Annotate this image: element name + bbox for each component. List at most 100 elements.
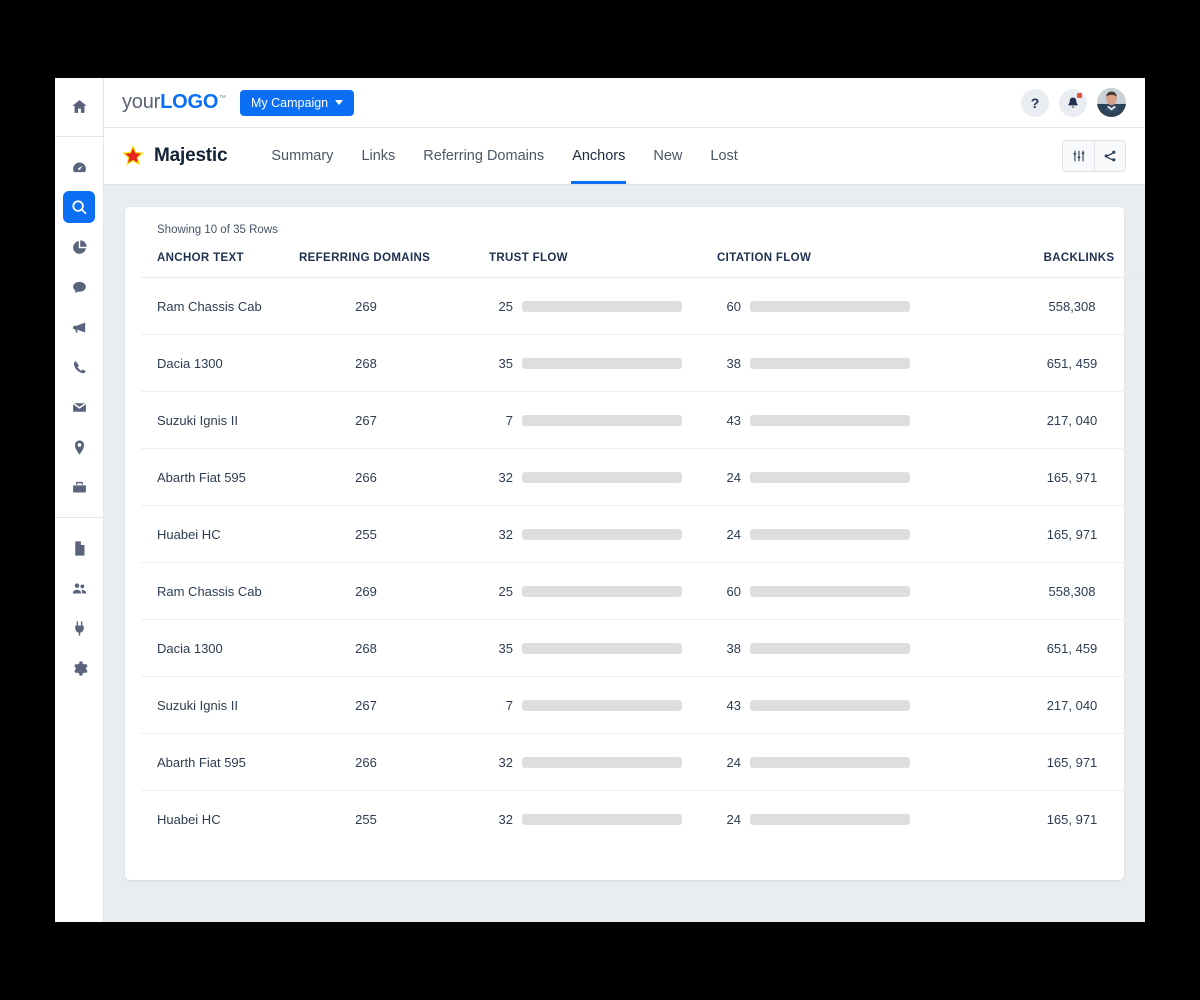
- table-header: ANCHOR TEXT REFERRING DOMAINS TRUST FLOW…: [141, 236, 1145, 278]
- star-icon: [122, 145, 144, 167]
- tab-lost[interactable]: Lost: [696, 128, 751, 184]
- notification-bell-icon: [1066, 96, 1080, 110]
- majestic-brand: Majestic: [122, 145, 227, 167]
- table-row[interactable]: Huabei HC2553224165, 971: [141, 791, 1145, 848]
- notification-badge: [1077, 93, 1082, 98]
- cell-referring-domains: 268: [299, 620, 489, 677]
- trust-flow-meter: 7: [489, 413, 717, 428]
- cell-citation-flow: 24: [717, 449, 979, 506]
- tab-summary[interactable]: Summary: [257, 128, 347, 184]
- sidebar-item-business[interactable]: [63, 471, 95, 503]
- tab-lost-label: Lost: [710, 148, 737, 164]
- citation-flow-meter: 38: [717, 641, 979, 656]
- citation-flow-track: [750, 586, 910, 597]
- table-row[interactable]: Ram Chassis Cab2692560558,308: [141, 563, 1145, 620]
- cell-referring-domains: 267: [299, 677, 489, 734]
- column-header-referring-domains[interactable]: REFERRING DOMAINS: [299, 236, 489, 278]
- table-body: Ram Chassis Cab2692560558,308Dacia 13002…: [141, 278, 1145, 848]
- table-row[interactable]: Suzuki Ignis II267743217, 040: [141, 392, 1145, 449]
- top-bar-actions: ?: [1021, 88, 1126, 117]
- filter-settings-button[interactable]: [1063, 141, 1094, 171]
- sidebar-item-integrations[interactable]: [63, 612, 95, 644]
- brand-name: Majestic: [154, 145, 227, 167]
- help-button[interactable]: ?: [1021, 89, 1049, 117]
- citation-flow-track: [750, 529, 910, 540]
- notifications-button[interactable]: [1059, 89, 1087, 117]
- app-logo[interactable]: yourLOGO™: [122, 91, 226, 114]
- cell-anchor-text: Suzuki Ignis II: [141, 677, 299, 734]
- cell-backlinks: 217, 040: [979, 677, 1145, 734]
- table-row[interactable]: Abarth Fiat 5952663224165, 971: [141, 734, 1145, 791]
- trust-flow-track: [522, 757, 682, 768]
- column-header-backlinks[interactable]: BACKLINKS: [979, 236, 1145, 278]
- citation-flow-value: 60: [717, 299, 741, 314]
- sidebar-item-search[interactable]: [63, 191, 95, 223]
- logo-prefix: your: [122, 91, 160, 113]
- sidebar-item-home[interactable]: [63, 90, 95, 122]
- cell-anchor-text: Ram Chassis Cab: [141, 278, 299, 335]
- table-row[interactable]: Abarth Fiat 5952663224165, 971: [141, 449, 1145, 506]
- cell-citation-flow: 38: [717, 335, 979, 392]
- cell-backlinks: 165, 971: [979, 734, 1145, 791]
- trust-flow-value: 35: [489, 356, 513, 371]
- sidebar-item-settings[interactable]: [63, 652, 95, 684]
- trust-flow-meter: 35: [489, 641, 717, 656]
- table-row[interactable]: Suzuki Ignis II267743217, 040: [141, 677, 1145, 734]
- trust-flow-meter: 35: [489, 356, 717, 371]
- trust-flow-track: [522, 415, 682, 426]
- tab-links[interactable]: Links: [347, 128, 409, 184]
- share-icon: [1103, 149, 1117, 163]
- cell-backlinks: 651, 459: [979, 620, 1145, 677]
- sidebar-item-comments[interactable]: [63, 271, 95, 303]
- cell-trust-flow: 32: [489, 791, 717, 848]
- share-button[interactable]: [1094, 141, 1125, 171]
- citation-flow-meter: 43: [717, 698, 979, 713]
- trust-flow-track: [522, 529, 682, 540]
- sidebar-item-mail[interactable]: [63, 391, 95, 423]
- sidebar-item-dashboard[interactable]: [63, 151, 95, 183]
- cell-referring-domains: 266: [299, 449, 489, 506]
- cell-backlinks: 217, 040: [979, 392, 1145, 449]
- cell-referring-domains: 255: [299, 791, 489, 848]
- tab-anchors[interactable]: Anchors: [558, 128, 639, 184]
- citation-flow-meter: 38: [717, 356, 979, 371]
- main-column: yourLOGO™ My Campaign ?: [104, 78, 1145, 922]
- content-area: Showing 10 of 35 Rows ANCHOR TEXT REFERR…: [104, 185, 1145, 922]
- avatar[interactable]: [1097, 88, 1126, 117]
- table-row[interactable]: Ram Chassis Cab2692560558,308: [141, 278, 1145, 335]
- sidebar-item-users[interactable]: [63, 572, 95, 604]
- sidebar-item-documents[interactable]: [63, 532, 95, 564]
- column-header-anchor-text[interactable]: ANCHOR TEXT: [141, 236, 299, 278]
- cell-anchor-text: Abarth Fiat 595: [141, 449, 299, 506]
- campaign-selector-button[interactable]: My Campaign: [240, 90, 354, 116]
- citation-flow-track: [750, 472, 910, 483]
- anchors-table-card: Showing 10 of 35 Rows ANCHOR TEXT REFERR…: [125, 207, 1124, 880]
- section-tabs: Summary Links Referring Domains Anchors …: [257, 128, 751, 184]
- citation-flow-value: 43: [717, 698, 741, 713]
- table-row[interactable]: Dacia 13002683538651, 459: [141, 620, 1145, 677]
- table-row[interactable]: Huabei HC2553224165, 971: [141, 506, 1145, 563]
- cell-citation-flow: 60: [717, 563, 979, 620]
- citation-flow-value: 60: [717, 584, 741, 599]
- citation-flow-meter: 24: [717, 470, 979, 485]
- cell-trust-flow: 32: [489, 734, 717, 791]
- column-header-citation-flow[interactable]: CITATION FLOW: [717, 236, 979, 278]
- citation-flow-track: [750, 415, 910, 426]
- trust-flow-value: 25: [489, 299, 513, 314]
- trust-flow-meter: 32: [489, 812, 717, 827]
- sidebar-item-campaigns[interactable]: [63, 311, 95, 343]
- cell-citation-flow: 24: [717, 506, 979, 563]
- cell-backlinks: 558,308: [979, 563, 1145, 620]
- cell-citation-flow: 38: [717, 620, 979, 677]
- cell-citation-flow: 60: [717, 278, 979, 335]
- sidebar-item-reports[interactable]: [63, 231, 95, 263]
- table-row[interactable]: Dacia 13002683538651, 459: [141, 335, 1145, 392]
- sidebar-item-locations[interactable]: [63, 431, 95, 463]
- column-header-trust-flow[interactable]: TRUST FLOW: [489, 236, 717, 278]
- tab-new[interactable]: New: [639, 128, 696, 184]
- sidebar-item-calls[interactable]: [63, 351, 95, 383]
- tab-referring-domains[interactable]: Referring Domains: [409, 128, 558, 184]
- cell-trust-flow: 25: [489, 278, 717, 335]
- cell-trust-flow: 32: [489, 506, 717, 563]
- top-bar: yourLOGO™ My Campaign ?: [104, 78, 1145, 128]
